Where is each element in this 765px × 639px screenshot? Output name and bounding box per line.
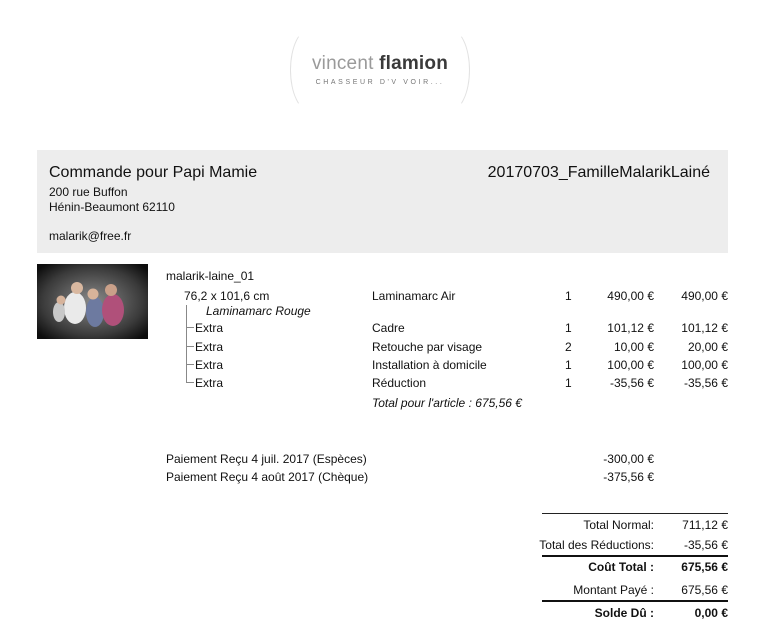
extra-total: 20,00 € (687, 340, 728, 354)
extra-unit-price: 10,00 € (613, 340, 654, 354)
extra-total: -35,56 € (683, 376, 728, 390)
main-product-total: 490,00 € (681, 289, 728, 303)
summary-divider (542, 600, 728, 602)
article-total: Total pour l'article : 675,56 € (372, 396, 522, 410)
amount-paid-label: Montant Payé : (573, 583, 654, 597)
payment-label: Paiement Reçu 4 juil. 2017 (Espèces) (166, 452, 367, 466)
extra-label: Extra (195, 321, 224, 335)
extra-product: Cadre (372, 321, 405, 335)
total-reductions-label: Total des Réductions: (539, 538, 654, 552)
amount-paid-value: 675,56 € (681, 583, 728, 597)
tree-connector (186, 305, 187, 383)
extra-unit-price: -35,56 € (609, 376, 654, 390)
logo-tagline: CHASSEUR D'V VOIR... (315, 79, 445, 86)
total-normal-value: 711,12 € (682, 518, 728, 532)
extra-product: Retouche par visage (372, 340, 483, 354)
tree-branch (186, 327, 194, 328)
print-size: 76,2 x 101,6 cm (184, 289, 270, 303)
tree-branch (186, 382, 194, 383)
tree-branch (186, 346, 194, 347)
extra-unit-price: 100,00 € (607, 358, 654, 372)
summary-divider (542, 513, 728, 514)
address-line-2: Hénin-Beaumont 62110 (49, 200, 175, 214)
extra-qty: 1 (565, 376, 572, 390)
extra-total: 101,12 € (681, 321, 728, 335)
main-product-unit-price: 490,00 € (607, 289, 654, 303)
main-product-qty: 1 (565, 289, 572, 303)
payment-label: Paiement Reçu 4 août 2017 (Chèque) (166, 470, 369, 484)
balance-due-label: Solde Dû : (594, 606, 654, 620)
total-reductions-value: -35,56 € (683, 538, 728, 552)
extra-qty: 1 (565, 321, 572, 335)
print-finish: Laminamarc Rouge (206, 304, 311, 318)
order-header: Commande pour Papi Mamie 20170703_Famill… (37, 150, 728, 253)
extra-qty: 1 (565, 358, 572, 372)
extra-product: Installation à domicile (372, 358, 487, 372)
payment-amount: -375,56 € (603, 470, 654, 484)
tree-branch (186, 364, 194, 365)
image-filename: malarik-laine_01 (166, 269, 255, 283)
balance-due-value: 0,00 € (694, 606, 728, 620)
total-normal-label: Total Normal: (583, 518, 654, 532)
logo-word-second: flamion (379, 53, 449, 74)
extra-label: Extra (195, 376, 224, 390)
extra-label: Extra (195, 358, 224, 372)
order-title: Commande pour Papi Mamie (49, 164, 258, 181)
customer-email: malarik@free.fr (49, 229, 132, 243)
extra-unit-price: 101,12 € (607, 321, 654, 335)
extra-product: Réduction (372, 376, 427, 390)
product-thumbnail (37, 264, 148, 339)
summary-divider (542, 555, 728, 557)
order-reference: 20170703_FamilleMalarikLainé (487, 164, 710, 181)
main-product-name: Laminamarc Air (372, 289, 456, 303)
extra-total: 100,00 € (681, 358, 728, 372)
logo-wordmark: vincent flamion (308, 53, 452, 75)
total-cost-value: 675,56 € (681, 560, 728, 574)
extra-qty: 2 (565, 340, 572, 354)
family-photo-image (37, 264, 148, 339)
total-cost-label: Coût Total : (588, 560, 654, 574)
payment-amount: -300,00 € (603, 452, 654, 466)
logo-word-first: vincent (311, 53, 374, 74)
extra-label: Extra (195, 340, 224, 354)
address-line-1: 200 rue Buffon (49, 185, 128, 199)
brand-logo: vincent flamion CHASSEUR D'V VOIR... (290, 28, 470, 112)
